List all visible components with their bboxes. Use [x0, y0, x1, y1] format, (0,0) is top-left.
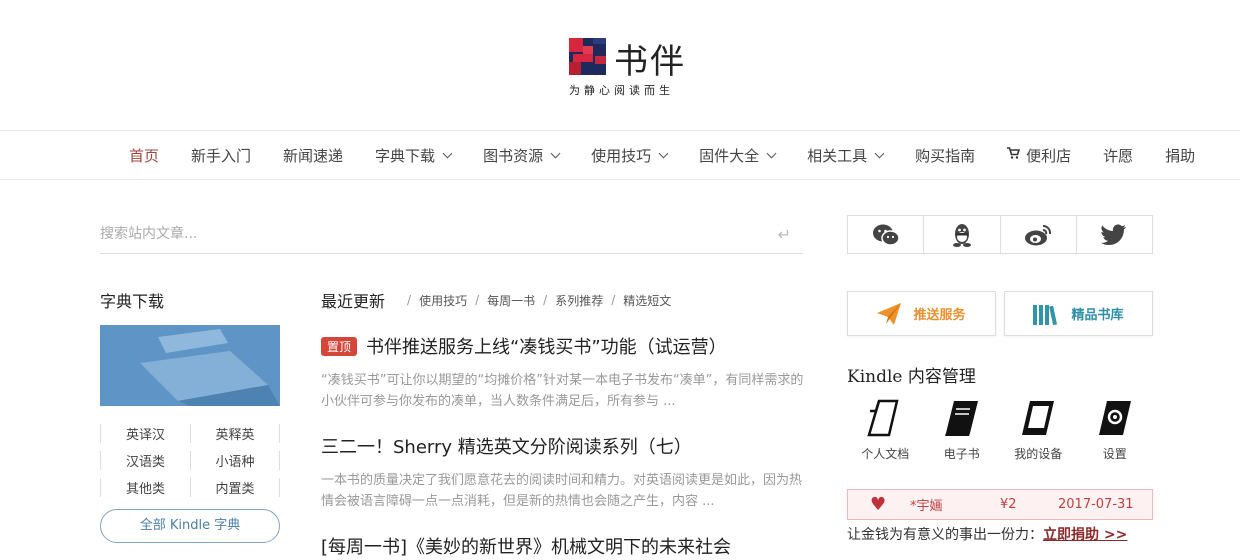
paper-plane-icon [877, 302, 902, 325]
gear-icon [1077, 397, 1154, 437]
article-summary: 一本书的质量决定了我们愿意花去的阅读时间和精力。对英语阅读更是如此，因为热情会被… [321, 473, 803, 509]
kindle-ebooks[interactable]: 电子书 [924, 397, 1001, 462]
nav-item-wish[interactable]: 许愿 [1103, 145, 1133, 166]
article-title[interactable]: 三二一！Sherry 精选英文分阶阅读系列（七） [321, 433, 692, 459]
nav-item-home[interactable]: 首页 [129, 145, 159, 166]
nav-item-book-resources[interactable]: 图书资源 [483, 145, 561, 166]
category-link-series[interactable]: 系列推荐 [555, 292, 603, 309]
donate-prompt: 让金钱为有意义的事出一份力：立即捐助 >> [847, 527, 1128, 543]
cart-icon [1007, 147, 1021, 163]
nav-item-news[interactable]: 新闻速递 [283, 145, 343, 166]
donation-date: 2017-07-31 [1058, 497, 1134, 512]
kindle-management-grid: 个人文档 电子书 我的设备 设置 [847, 397, 1153, 462]
category-link-weekly-book[interactable]: 每周一书 [487, 292, 535, 309]
enter-icon[interactable]: ↵ [778, 225, 791, 244]
dict-link-en-zh[interactable]: 英译汉 [100, 424, 190, 443]
chevron-down-icon [874, 148, 885, 158]
chevron-down-icon [550, 148, 561, 158]
category-link-short-essays[interactable]: 精选短文 [623, 292, 671, 309]
chevron-down-icon [658, 148, 669, 158]
article-title[interactable]: [每周一书]《美妙的新世界》机械文明下的未来社会 [321, 533, 731, 559]
dict-link-en-en[interactable]: 英释英 [190, 424, 280, 443]
donation-amount: ¥2 [1000, 497, 1017, 512]
site-header: 书伴 为静心阅读而生 [0, 0, 1240, 130]
heart-icon: ♥ [870, 494, 887, 515]
dict-link-chinese[interactable]: 汉语类 [100, 451, 190, 470]
premium-library-button[interactable]: 精品书库 [1004, 291, 1153, 336]
article-item: [每周一书]《美妙的新世界》机械文明下的未来社会 [321, 533, 811, 559]
dict-link-minor-languages[interactable]: 小语种 [190, 451, 280, 470]
social-links [847, 215, 1153, 254]
qq-icon[interactable] [924, 216, 1001, 253]
donate-now-link[interactable]: 立即捐助 >> [1043, 527, 1127, 543]
site-logo-text[interactable]: 书伴 [614, 34, 686, 83]
article-title[interactable]: 书伴推送服务上线“凑钱买书”功能（试运营） [366, 333, 727, 359]
push-service-label: 推送服务 [913, 308, 966, 323]
nav-item-firmware[interactable]: 固件大全 [699, 145, 777, 166]
donor-name: *宇婳 [910, 499, 943, 514]
dictionary-category-links: 英译汉 英释英 汉语类 小语种 其他类 内置类 [100, 420, 280, 501]
twitter-icon[interactable] [1077, 216, 1152, 253]
bookshelf-icon [1033, 303, 1059, 325]
wechat-icon[interactable] [848, 216, 925, 253]
nav-item-store[interactable]: 便利店 [1007, 145, 1071, 166]
chevron-down-icon [766, 148, 777, 158]
kindle-settings[interactable]: 设置 [1077, 397, 1154, 462]
site-search: ↵ [100, 216, 803, 254]
main-nav: 首页 新手入门 新闻速递 字典下载 图书资源 使用技巧 固件大全 相关工具 购买… [0, 130, 1240, 180]
nav-item-dictionaries[interactable]: 字典下载 [375, 145, 453, 166]
dict-link-builtin[interactable]: 内置类 [190, 478, 280, 497]
nav-item-beginners[interactable]: 新手入门 [191, 145, 251, 166]
dictionary-banner-image[interactable] [100, 325, 280, 406]
logo-icon[interactable] [569, 38, 606, 75]
nav-item-tips[interactable]: 使用技巧 [591, 145, 669, 166]
document-icon [847, 397, 924, 437]
kindle-management-title: Kindle 内容管理 [847, 367, 976, 387]
latest-updates-header: 最近更新 / 使用技巧 / 每周一书 / 系列推荐 / 精选短文 [321, 288, 671, 312]
article-item: 置顶 书伴推送服务上线“凑钱买书”功能（试运营） “凑钱买书”可让你以期望的“均… [321, 333, 811, 412]
recent-donation: ♥ *宇婳 ¥2 2017-07-31 [847, 489, 1153, 520]
nav-item-buying-guide[interactable]: 购买指南 [915, 145, 975, 166]
kindle-personal-docs[interactable]: 个人文档 [847, 397, 924, 462]
all-kindle-dictionaries-button[interactable]: 全部 Kindle 字典 [100, 509, 280, 543]
search-input[interactable] [100, 216, 740, 252]
site-tagline: 为静心阅读而生 [569, 84, 674, 97]
pinned-badge: 置顶 [321, 336, 358, 356]
premium-library-label: 精品书库 [1071, 308, 1124, 323]
article-item: 三二一！Sherry 精选英文分阶阅读系列（七） 一本书的质量决定了我们愿意花去… [321, 433, 811, 512]
nav-item-tools[interactable]: 相关工具 [807, 145, 885, 166]
dictionary-section-title: 字典下载 [100, 292, 165, 311]
dict-link-other[interactable]: 其他类 [100, 478, 190, 497]
nav-item-donate[interactable]: 捐助 [1165, 145, 1195, 166]
article-summary: “凑钱买书”可让你以期望的“均摊价格”针对某一本电子书发布“凑单”，有同样需求的… [321, 373, 804, 409]
kindle-my-devices[interactable]: 我的设备 [1000, 397, 1077, 462]
push-service-button[interactable]: 推送服务 [847, 291, 996, 336]
chevron-down-icon [442, 148, 453, 158]
device-icon [1000, 397, 1077, 437]
weibo-icon[interactable] [1001, 216, 1077, 253]
book-icon [924, 397, 1001, 437]
category-link-tips[interactable]: 使用技巧 [419, 292, 467, 309]
latest-updates-title: 最近更新 [321, 292, 386, 311]
